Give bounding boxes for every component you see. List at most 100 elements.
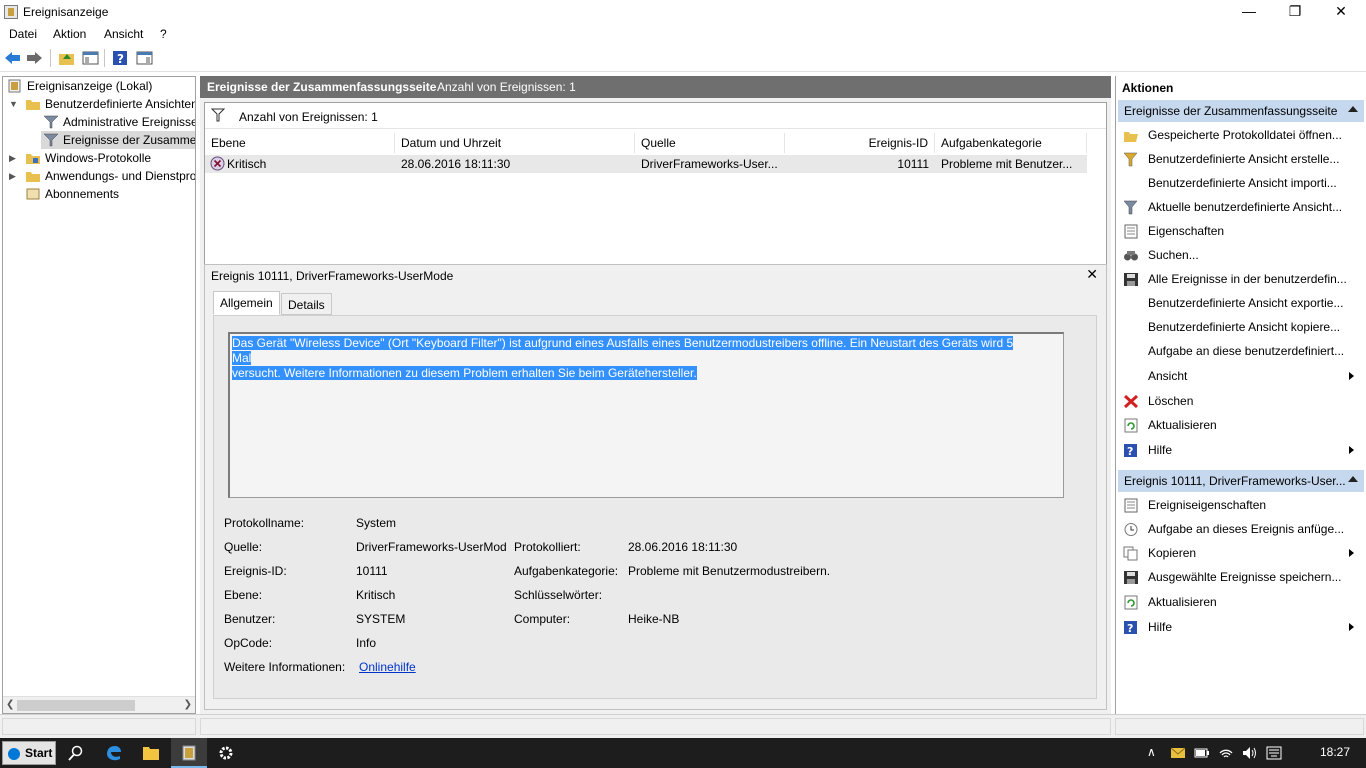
filter-icon (1123, 200, 1138, 215)
submenu-arrow-icon (1349, 549, 1354, 557)
action-attach-task-to-event[interactable]: Aufgabe an dieses Ereignis anfüge... (1118, 518, 1364, 540)
close-detail-icon[interactable]: ✕ (1086, 266, 1098, 283)
event-description-box[interactable]: Das Gerät "Wireless Device" (Ort "Keyboa… (228, 332, 1064, 498)
action-save-selected-events[interactable]: Ausgewählte Ereignisse speichern... (1118, 566, 1364, 588)
menu-datei[interactable]: Datei (9, 27, 37, 41)
column-header-level[interactable]: Ebene (205, 133, 395, 153)
actions-section-summary[interactable]: Ereignisse der Zusammenfassungsseite (1118, 100, 1364, 122)
scroll-right-icon[interactable]: ❯ (184, 699, 192, 710)
collapse-icon[interactable] (1348, 106, 1358, 112)
actions-section-event[interactable]: Ereignis 10111, DriverFrameworks-User... (1118, 470, 1364, 492)
help-icon[interactable]: ? (112, 50, 129, 66)
label-user: Benutzer: (224, 612, 276, 626)
close-window-button[interactable]: ✕ (1318, 0, 1364, 24)
input-keyboard-icon[interactable] (1266, 746, 1282, 760)
actions-pane: Aktionen Ereignisse der Zusammenfassungs… (1115, 76, 1366, 714)
action-refresh[interactable]: Aktualisieren (1118, 414, 1364, 436)
action-refresh-event[interactable]: Aktualisieren (1118, 591, 1364, 613)
label-logged: Protokolliert: (514, 540, 581, 554)
tree-item-summary-events[interactable]: Ereignisse der Zusammenfassungsseite (41, 131, 195, 149)
action-import-custom-view[interactable]: Benutzerdefinierte Ansicht importi... (1118, 172, 1364, 194)
tree-item-subscriptions[interactable]: Abonnements (25, 185, 119, 203)
show-hide-action-pane-icon[interactable] (136, 50, 153, 66)
action-find[interactable]: Suchen... (1118, 244, 1364, 266)
online-help-link[interactable]: Onlinehilfe (359, 660, 416, 674)
action-help[interactable]: ? Hilfe (1118, 439, 1364, 461)
action-export-custom-view[interactable]: Benutzerdefinierte Ansicht exportie... (1118, 292, 1364, 314)
column-header-datetime[interactable]: Datum und Uhrzeit (395, 133, 635, 153)
up-folder-icon[interactable] (58, 50, 75, 66)
column-header-source[interactable]: Quelle (635, 133, 785, 153)
actions-header: Aktionen (1116, 76, 1366, 100)
show-hidden-icons-chevron[interactable]: ∧ (1147, 745, 1156, 759)
volume-icon[interactable] (1242, 746, 1258, 760)
back-arrow-icon[interactable] (4, 50, 21, 66)
value-event-id: 10111 (356, 564, 388, 578)
restore-button[interactable]: ❐ (1272, 0, 1318, 24)
taskbar-event-viewer[interactable] (171, 738, 207, 768)
action-delete[interactable]: Löschen (1118, 390, 1364, 412)
action-save-all-events[interactable]: Alle Ereignisse in der benutzerdefin... (1118, 268, 1364, 290)
tree-item-admin-events[interactable]: Administrative Ereignisse (43, 113, 195, 131)
action-properties[interactable]: Eigenschaften (1118, 220, 1364, 242)
row-source: DriverFrameworks-User... (641, 157, 778, 171)
taskbar: Start ∧ 18:27 (0, 738, 1366, 768)
file-explorer-icon[interactable] (142, 745, 160, 761)
label-more-info: Weitere Informationen: (224, 660, 346, 674)
row-level: Kritisch (227, 157, 267, 171)
center-header-count: Anzahl von Ereignissen: 1 (437, 80, 576, 94)
action-copy-custom-view[interactable]: Benutzerdefinierte Ansicht kopiere... (1118, 316, 1364, 338)
edge-browser-icon[interactable] (105, 744, 123, 762)
expand-windows-logs-toggle[interactable]: ▶ (9, 153, 16, 164)
tab-allgemein[interactable]: Allgemein (213, 291, 280, 315)
column-header-event-id[interactable]: Ereignis-ID (785, 133, 935, 153)
action-view-menu[interactable]: Ansicht (1118, 365, 1364, 387)
label-computer: Computer: (514, 612, 571, 626)
tree-horizontal-scrollbar[interactable]: ❮ ❯ (3, 696, 195, 713)
scroll-left-icon[interactable]: ❮ (6, 699, 14, 710)
filter-star-icon (1123, 152, 1138, 167)
collapse-icon[interactable] (1348, 476, 1358, 482)
search-icon[interactable] (68, 745, 84, 761)
expand-apps-services-toggle[interactable]: ▶ (9, 171, 16, 182)
action-copy[interactable]: Kopieren (1118, 542, 1364, 564)
save-disk-icon (1124, 571, 1138, 584)
show-hide-console-tree-icon[interactable] (82, 50, 99, 66)
event-detail-pane: Ereignis 10111, DriverFrameworks-UserMod… (204, 264, 1107, 710)
submenu-arrow-icon (1349, 446, 1354, 454)
action-filter-current-view[interactable]: Aktuelle benutzerdefinierte Ansicht... (1118, 196, 1364, 218)
tree-item-root[interactable]: Ereignisanzeige (Lokal) (7, 77, 152, 95)
action-open-saved-log[interactable]: Gespeicherte Protokolldatei öffnen... (1118, 124, 1364, 146)
wifi-icon[interactable] (1218, 746, 1234, 760)
filter-icon (43, 115, 59, 129)
settings-gear-icon[interactable] (218, 745, 234, 761)
scrollbar-thumb[interactable] (17, 700, 135, 711)
action-create-custom-view[interactable]: Benutzerdefinierte Ansicht erstelle... (1118, 148, 1364, 170)
label-keywords: Schlüsselwörter: (514, 588, 603, 602)
tree-item-windows-logs[interactable]: Windows-Protokolle (25, 149, 151, 167)
label-level: Ebene: (224, 588, 263, 602)
minimize-button[interactable]: — (1226, 0, 1272, 24)
menu-ansicht[interactable]: Ansicht (104, 27, 143, 41)
action-event-properties[interactable]: Ereigniseigenschaften (1118, 494, 1364, 516)
value-level: Kritisch (356, 588, 396, 602)
mail-icon[interactable] (1170, 747, 1186, 759)
row-category: Probleme mit Benutzer... (941, 157, 1073, 171)
expand-custom-views-toggle[interactable]: ▼ (9, 99, 18, 109)
action-attach-task-to-view[interactable]: Aufgabe an diese benutzerdefiniert... (1118, 340, 1364, 362)
menu-help[interactable]: ? (160, 27, 167, 41)
taskbar-clock[interactable]: 18:27 (1320, 745, 1350, 759)
battery-icon[interactable] (1194, 747, 1210, 759)
tree-item-custom-views[interactable]: Benutzerdefinierte Ansichten (25, 95, 195, 113)
menu-aktion[interactable]: Aktion (53, 27, 86, 41)
help-icon: ? (1124, 444, 1137, 458)
action-help-event[interactable]: ? Hilfe (1118, 616, 1364, 638)
submenu-arrow-icon (1349, 372, 1354, 380)
column-header-category[interactable]: Aufgabenkategorie (935, 133, 1087, 153)
critical-icon (210, 156, 225, 171)
tab-details[interactable]: Details (281, 293, 332, 315)
tree-item-apps-services[interactable]: Anwendungs- und Dienstprotokolle (25, 167, 195, 185)
forward-arrow-icon[interactable] (26, 50, 43, 66)
start-button[interactable]: Start (2, 741, 56, 765)
refresh-icon (1124, 418, 1138, 433)
